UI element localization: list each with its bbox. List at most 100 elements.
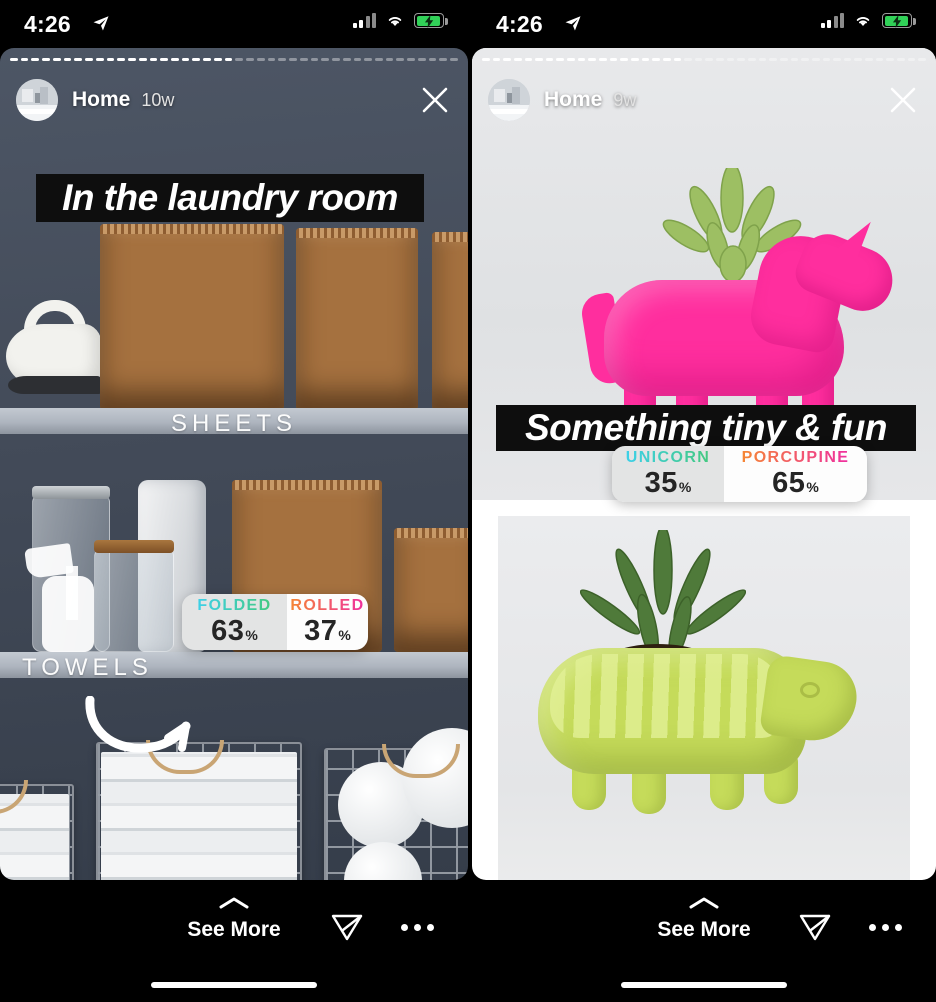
progress-segment [662,58,671,61]
poll-option-rolled[interactable]: ROLLED 37% [287,594,368,650]
story-progress-bar-right[interactable] [482,58,926,62]
progress-segment [790,58,799,61]
close-icon[interactable] [886,83,920,117]
progress-segment [482,58,490,61]
see-more-button[interactable]: See More [472,896,936,942]
progress-segment [332,58,340,61]
progress-segment [556,58,565,61]
story-timestamp: 10w [141,89,175,110]
progress-segment [886,58,894,61]
hand-drawn-arrow-annotation [85,696,191,753]
progress-segment [63,58,72,61]
progress-segment [342,58,351,61]
story-card-right[interactable]: Home 9w Something tiny & fun UNICORN 35%… [472,48,936,880]
poll-option-label: PORCUPINE [741,448,850,466]
progress-segment [439,58,448,61]
story-username[interactable]: Home [544,88,602,112]
status-indicators [820,13,916,28]
location-arrow-icon [565,16,581,31]
send-message-icon[interactable] [330,908,364,942]
poll-option-folded[interactable]: FOLDED 63% [182,594,287,650]
story-text-banner: In the laundry room [36,174,424,222]
progress-segment [428,58,437,61]
progress-segment [684,58,692,61]
progress-segment [567,58,575,61]
avatar[interactable] [488,79,530,121]
more-options-icon[interactable] [401,924,434,931]
progress-segment [417,58,426,61]
progress-segment [716,58,724,61]
poll-option-porcupine[interactable]: PORCUPINE 65% [724,446,867,502]
status-bar-right: 4:26 [472,0,936,48]
progress-segment [896,58,905,61]
progress-segment [652,58,660,61]
progress-segment [705,58,714,61]
progress-segment [769,58,777,61]
more-options-icon[interactable] [869,924,902,931]
progress-segment [588,58,597,61]
poll-option-label: ROLLED [290,596,365,614]
progress-segment [203,58,211,61]
progress-segment [524,58,533,61]
progress-segment [171,58,179,61]
wire-basket [96,740,302,880]
progress-segment [42,58,50,61]
wifi-icon [856,17,870,26]
battery-charging-icon [882,13,916,28]
story-header-right: Home 9w [472,74,936,126]
poll-option-unicorn[interactable]: UNICORN 35% [612,446,724,502]
see-more-label: See More [187,918,281,941]
progress-segment [117,58,126,61]
progress-segment [737,58,746,61]
progress-segment [875,58,884,61]
poll-sticker-left[interactable]: FOLDED 63% ROLLED 37% [182,594,368,650]
progress-segment [31,58,40,61]
wire-basket [324,728,468,880]
home-indicator [621,982,787,988]
progress-segment [641,58,650,61]
story-photo-laundry-room: SHEETS TOWELS [0,48,468,880]
close-icon[interactable] [418,83,452,117]
progress-segment [673,58,682,61]
progress-segment [630,58,639,61]
story-bottom-bar-left: See More [0,880,468,1002]
progress-segment [801,58,809,61]
progress-segment [779,58,788,61]
story-screen-right: 4:26 Home 9w Something tiny & fun UNICOR… [468,0,936,1002]
progress-segment [138,58,147,61]
send-message-icon[interactable] [798,908,832,942]
progress-segment [396,58,405,61]
poll-option-percent: 63% [211,614,258,647]
story-card-left[interactable]: SHEETS TOWELS Home 10w In the laundry ro… [0,48,468,880]
progress-segment [85,58,93,61]
story-progress-bar-left[interactable] [10,58,458,62]
chevron-up-icon [689,897,719,909]
progress-segment [450,58,458,61]
home-indicator [151,982,317,988]
shelf-top: SHEETS [0,408,468,437]
story-username[interactable]: Home [72,88,130,112]
progress-segment [246,58,254,61]
progress-segment [854,58,863,61]
wicker-basket [100,224,284,410]
cellular-signal-icon [820,13,844,28]
status-time: 4:26 [496,11,543,37]
poll-sticker-right[interactable]: UNICORN 35% PORCUPINE 65% [612,446,867,502]
progress-segment [278,58,287,61]
status-bar-left: 4:26 [0,0,468,48]
progress-segment [407,58,415,61]
progress-segment [599,58,607,61]
progress-segment [192,58,201,61]
progress-segment [865,58,873,61]
progress-segment [224,58,233,61]
see-more-button[interactable]: See More [0,896,468,942]
wicker-basket [296,228,418,410]
avatar[interactable] [16,79,58,121]
iron-object [6,296,104,402]
progress-segment [513,58,522,61]
status-indicators [352,13,448,28]
wicker-basket [432,232,468,410]
progress-segment [694,58,703,61]
progress-segment [267,58,276,61]
poll-option-percent: 37% [304,614,351,647]
